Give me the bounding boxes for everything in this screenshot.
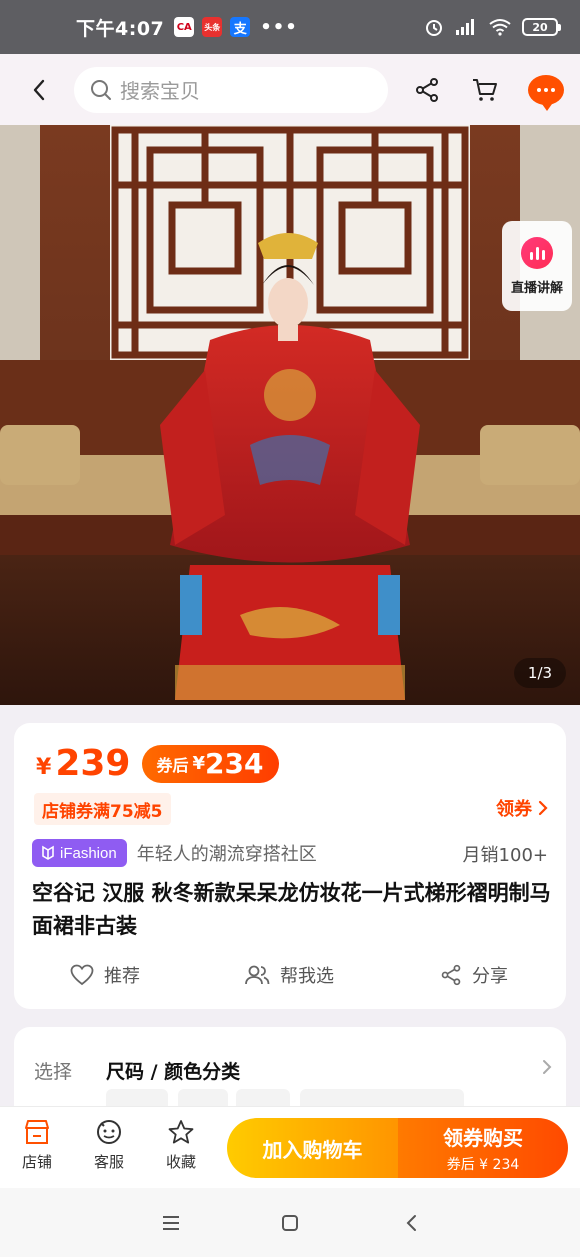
price-currency: ¥ — [36, 755, 52, 780]
cart-icon — [473, 78, 497, 101]
buy-now-label: 领券购买 — [443, 1126, 523, 1150]
service-label: 客服 — [93, 1153, 124, 1171]
price-row: ¥ 239 券后 ¥ 234 — [36, 743, 280, 784]
recommend-label: 推荐 — [104, 966, 140, 987]
select-value: 尺码 / 颜色分类 — [106, 1061, 241, 1083]
system-navigation-bar — [0, 1188, 580, 1257]
buy-now-sub-label: 券后 ¥ 234 — [446, 1157, 520, 1173]
image-page-indicator: 1/3 — [514, 658, 566, 688]
chevron-left-icon — [33, 79, 45, 100]
store-button[interactable]: 店铺 — [12, 1119, 62, 1172]
back-button[interactable] — [24, 75, 54, 105]
live-icon — [521, 236, 553, 269]
get-coupon-link[interactable]: 领券 — [496, 795, 548, 821]
app-notification-icon: CA — [174, 17, 195, 37]
alarm-icon — [426, 20, 442, 36]
brand-tagline: 年轻人的潮流穿搭社区 — [136, 844, 317, 865]
cart-button[interactable] — [468, 73, 502, 107]
share-button[interactable] — [410, 73, 444, 107]
help-me-choose-label: 帮我选 — [280, 966, 334, 987]
share-action-button[interactable]: 分享 — [440, 962, 508, 988]
product-image-gallery[interactable]: 直播讲解 1/3 — [0, 125, 580, 705]
recommend-button[interactable]: 推荐 — [70, 962, 140, 988]
current-price: 239 — [55, 743, 131, 784]
search-input[interactable]: 搜索宝贝 — [74, 66, 388, 113]
product-photo — [0, 125, 580, 705]
live-explain-button[interactable]: 直播讲解 — [502, 221, 572, 311]
product-actions: 推荐 帮我选 分享 — [14, 959, 566, 991]
add-to-cart-button[interactable]: 加入购物车 — [227, 1118, 398, 1178]
wifi-icon — [489, 19, 511, 36]
bottom-action-bar: 店铺 客服 收藏 加入购物车 领券购买 券后 ¥ 234 — [0, 1106, 580, 1188]
search-icon — [91, 79, 111, 100]
status-bar: 下午4:07 CA 头条 支 ••• 20 — [0, 0, 580, 54]
heart-icon — [70, 964, 94, 986]
ifashion-badge: iFashion — [32, 839, 127, 867]
help-me-choose-button[interactable]: 帮我选 — [244, 962, 334, 988]
customer-service-button[interactable]: 客服 — [84, 1119, 134, 1172]
battery-icon: 20 — [522, 18, 561, 36]
share-icon — [441, 964, 461, 986]
chevron-right-icon — [543, 1060, 552, 1074]
favorite-button[interactable]: 收藏 — [156, 1119, 206, 1172]
recent-apps-button[interactable] — [158, 1210, 184, 1236]
chevron-left-icon — [406, 1215, 416, 1231]
search-placeholder: 搜索宝贝 — [120, 79, 200, 103]
share-label: 分享 — [472, 966, 508, 987]
home-square-icon — [282, 1215, 298, 1231]
coupon-currency: ¥ — [192, 753, 206, 774]
top-navigation: 搜索宝贝 — [0, 54, 580, 125]
get-coupon-label: 领券 — [496, 799, 532, 820]
store-icon — [25, 1120, 49, 1144]
store-label: 店铺 — [21, 1153, 52, 1171]
favorite-label: 收藏 — [165, 1153, 196, 1171]
product-title: 空谷记 汉服 秋冬新款呆呆龙仿妆花一片式梯形褶明制马面裙非古装 — [32, 881, 551, 938]
menu-icon — [163, 1216, 179, 1230]
after-coupon-price-badge: 券后 ¥ 234 — [142, 744, 280, 783]
star-icon — [168, 1120, 194, 1144]
signal-icon — [456, 19, 474, 35]
system-back-button[interactable] — [398, 1210, 424, 1236]
product-info-card: ¥ 239 券后 ¥ 234 店铺券满75减5 领券 iFashion 年轻人的… — [14, 723, 566, 1009]
more-menu-button[interactable] — [528, 74, 564, 111]
select-label: 选择 — [34, 1061, 73, 1083]
monthly-sales: 月销100+ — [462, 845, 548, 866]
more-notifications-icon: ••• — [260, 16, 298, 38]
buy-now-button[interactable]: 领券购买 券后 ¥ 234 — [398, 1118, 568, 1178]
people-icon — [245, 965, 270, 985]
chevron-right-icon — [538, 800, 548, 816]
share-icon — [416, 77, 438, 102]
after-coupon-price: 234 — [205, 747, 264, 780]
alipay-icon: 支 — [230, 17, 251, 37]
ifashion-logo-icon — [42, 845, 54, 860]
brand-tag-row[interactable]: iFashion 年轻人的潮流穿搭社区 — [32, 839, 317, 867]
service-icon — [97, 1120, 121, 1144]
coupon-label: 券后 — [156, 755, 189, 775]
status-app-icons: CA 头条 支 — [174, 17, 251, 37]
news-app-icon: 头条 — [202, 17, 223, 37]
ifashion-label: iFashion — [60, 844, 117, 862]
home-button[interactable] — [277, 1210, 303, 1236]
live-label: 直播讲解 — [510, 280, 563, 296]
store-coupon-tag: 店铺券满75减5 — [34, 793, 171, 825]
status-time: 下午4:07 — [76, 17, 165, 40]
